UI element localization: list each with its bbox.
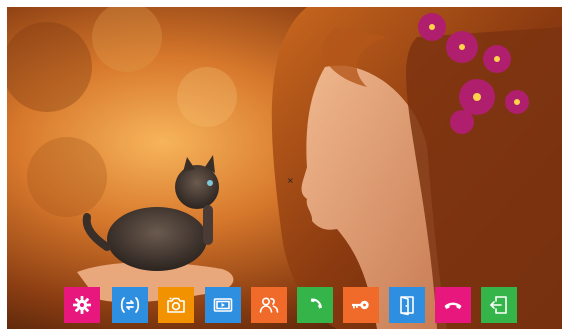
door-button[interactable]: [389, 287, 425, 323]
exit-icon: [490, 296, 507, 314]
answer-call-button[interactable]: [297, 287, 333, 323]
unlock-button[interactable]: [343, 287, 379, 323]
switch-source-button[interactable]: [112, 287, 148, 323]
snapshot-button[interactable]: [158, 287, 194, 323]
intercom-monitor-screen: ×: [0, 0, 569, 336]
background-image: ×: [7, 7, 562, 329]
gear-icon: [73, 296, 91, 314]
exit-button[interactable]: [481, 287, 517, 323]
camera-view: ×: [7, 7, 562, 329]
hang-up-button[interactable]: [435, 287, 471, 323]
key-icon: [352, 300, 369, 310]
door-icon: [400, 296, 414, 316]
settings-button[interactable]: [64, 287, 100, 323]
switch-arrows-icon: [120, 297, 140, 313]
video-playback-button[interactable]: [205, 287, 241, 323]
control-toolbar: [0, 283, 569, 327]
camera-icon: [167, 297, 185, 313]
phone-hangup-icon: [444, 302, 462, 309]
svg-text:×: ×: [287, 176, 294, 185]
intercom-button[interactable]: [251, 287, 287, 323]
video-playback-icon: [213, 298, 233, 312]
phone-answer-icon: [310, 298, 322, 309]
users-icon: [259, 297, 279, 313]
